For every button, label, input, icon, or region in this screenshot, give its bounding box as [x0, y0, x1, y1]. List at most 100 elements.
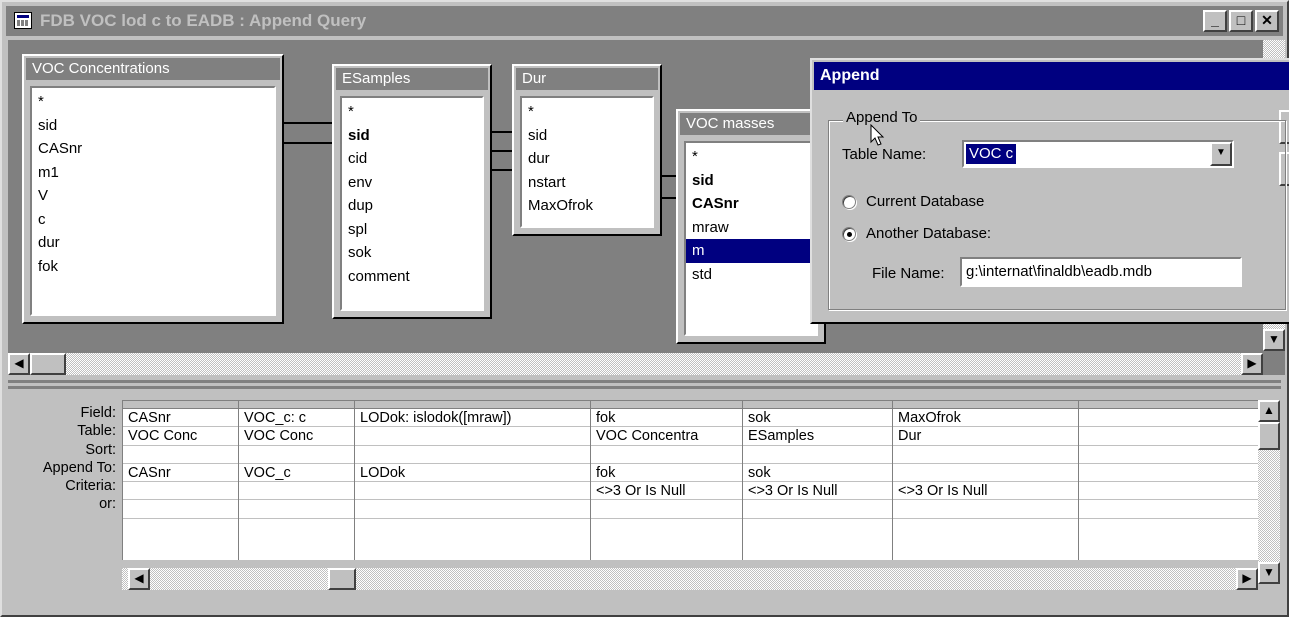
current-database-label[interactable]: Current Database [866, 193, 984, 210]
table-pane-horizontal-scrollbar[interactable]: ◀ ▶ [8, 353, 1263, 375]
table-voc-masses[interactable]: VOC masses * sid CASnr mraw m std [676, 109, 826, 344]
minimize-button[interactable]: _ [1203, 10, 1227, 32]
grid-cell-table[interactable] [1079, 427, 1258, 446]
field-item[interactable]: dur [528, 147, 646, 171]
grid-cell-append-to[interactable]: sok [743, 464, 892, 483]
table-caption[interactable]: VOC masses [680, 113, 822, 135]
grid-cell-or[interactable] [591, 500, 742, 519]
grid-cell-or[interactable] [893, 500, 1078, 519]
field-item[interactable]: MaxOfrok [528, 194, 646, 218]
dialog-title[interactable]: Append [814, 62, 1289, 90]
current-database-radio[interactable] [842, 195, 856, 209]
grid-cell-sort[interactable] [1079, 446, 1258, 464]
grid-cell-or[interactable] [239, 500, 354, 519]
table-name-value[interactable]: VOC c [964, 143, 1018, 165]
field-item[interactable]: m1 [38, 161, 268, 185]
table-name-combo[interactable]: VOC c ▼ [962, 140, 1234, 168]
field-list[interactable]: * sid CASnr mraw m std [684, 141, 818, 336]
field-item[interactable]: sid [348, 124, 476, 148]
table-esamples[interactable]: ESamples * sid cid env dup spl sok comme… [332, 64, 492, 319]
scroll-down-button[interactable]: ▼ [1258, 562, 1280, 584]
grid-cell-append-to[interactable] [893, 464, 1078, 483]
grid-cell-criteria[interactable] [355, 482, 590, 501]
table-caption[interactable]: VOC Concentrations [26, 58, 280, 80]
grid-cell-table[interactable] [355, 427, 590, 446]
grid-column[interactable]: sok ESamples sok <>3 Or Is Null [743, 401, 893, 560]
field-item[interactable]: CASnr [38, 137, 268, 161]
grid-cell-append-to[interactable]: VOC_c [239, 464, 354, 483]
field-item[interactable]: * [348, 100, 476, 124]
scroll-thumb[interactable] [328, 568, 356, 590]
grid-cell-append-to[interactable] [1079, 464, 1258, 483]
grid-cell-field[interactable]: VOC_c: c [239, 409, 354, 428]
grid-cell-or[interactable] [123, 500, 238, 519]
grid-cell-sort[interactable] [355, 446, 590, 464]
grid-cell-sort[interactable] [893, 446, 1078, 464]
pane-splitter[interactable] [8, 386, 1281, 389]
join-line[interactable] [284, 122, 332, 124]
grid-cell-sort[interactable] [239, 446, 354, 464]
grid-cell-sort[interactable] [591, 446, 742, 464]
grid-horizontal-scrollbar[interactable]: ◀ ▶ [122, 568, 1258, 590]
table-dur[interactable]: Dur * sid dur nstart MaxOfrok [512, 64, 662, 236]
grid-cell-or[interactable] [355, 500, 590, 519]
grid-cell-criteria[interactable]: <>3 Or Is Null [743, 482, 892, 501]
scroll-right-button[interactable]: ▶ [1241, 353, 1263, 375]
join-line[interactable] [492, 131, 512, 133]
grid-cell-field[interactable]: fok [591, 409, 742, 428]
field-item[interactable]: sok [348, 241, 476, 265]
scroll-right-button[interactable]: ▶ [1236, 568, 1258, 590]
field-item[interactable]: nstart [528, 171, 646, 195]
field-item[interactable]: env [348, 171, 476, 195]
scroll-left-button[interactable]: ◀ [128, 568, 150, 590]
grid-cell-or[interactable] [743, 500, 892, 519]
grid-cell-field[interactable]: LODok: islodok([mraw]) [355, 409, 590, 428]
column-selector[interactable] [591, 401, 742, 409]
grid-cell-field[interactable]: sok [743, 409, 892, 428]
column-selector[interactable] [893, 401, 1078, 409]
grid-column[interactable]: fok VOC Concentra fok <>3 Or Is Null [591, 401, 743, 560]
title-bar[interactable]: FDB VOC lod c to EADB : Append Query _ □… [6, 6, 1283, 36]
grid-cell-table[interactable]: VOC Concentra [591, 427, 742, 446]
field-item-selected[interactable]: m [686, 239, 816, 263]
table-voc-concentrations[interactable]: VOC Concentrations * sid CASnr m1 V c du… [22, 54, 284, 324]
grid-column[interactable] [1079, 401, 1258, 560]
field-item[interactable]: sid [528, 124, 646, 148]
grid-cell-or[interactable] [1079, 500, 1258, 519]
field-item[interactable]: dup [348, 194, 476, 218]
field-item[interactable]: * [528, 100, 646, 124]
grid-cell-criteria[interactable]: <>3 Or Is Null [893, 482, 1078, 501]
field-item[interactable]: sid [38, 114, 268, 138]
grid-cell-field[interactable] [1079, 409, 1258, 428]
column-selector[interactable] [355, 401, 590, 409]
field-item[interactable]: c [38, 208, 268, 232]
grid-cell-sort[interactable] [123, 446, 238, 464]
field-item[interactable]: * [692, 145, 810, 169]
join-line[interactable] [492, 169, 512, 171]
column-selector[interactable] [743, 401, 892, 409]
scroll-left-button[interactable]: ◀ [8, 353, 30, 375]
table-caption[interactable]: ESamples [336, 68, 488, 90]
field-item[interactable]: spl [348, 218, 476, 242]
field-item[interactable]: sid [692, 169, 810, 193]
grid-column[interactable]: MaxOfrok Dur <>3 Or Is Null [893, 401, 1079, 560]
grid-column[interactable]: CASnr VOC Conc CASnr [123, 401, 239, 560]
field-item[interactable]: fok [38, 255, 268, 279]
maximize-button[interactable]: □ [1229, 10, 1253, 32]
another-database-radio[interactable] [842, 227, 856, 241]
grid-cell-criteria[interactable] [239, 482, 354, 501]
join-line[interactable] [492, 150, 512, 152]
field-item[interactable]: * [38, 90, 268, 114]
field-item[interactable]: mraw [692, 216, 810, 240]
grid-cell-criteria[interactable] [123, 482, 238, 501]
column-selector[interactable] [1079, 401, 1258, 409]
field-item[interactable]: dur [38, 231, 268, 255]
field-item[interactable]: std [692, 263, 810, 287]
grid-cell-append-to[interactable]: LODok [355, 464, 590, 483]
grid-cell-criteria[interactable]: <>3 Or Is Null [591, 482, 742, 501]
grid-cell-field[interactable]: MaxOfrok [893, 409, 1078, 428]
column-selector[interactable] [123, 401, 238, 409]
design-grid[interactable]: CASnr VOC Conc CASnr VOC_c: c VOC Conc V… [122, 400, 1258, 560]
join-line[interactable] [284, 142, 332, 144]
grid-cell-append-to[interactable]: CASnr [123, 464, 238, 483]
